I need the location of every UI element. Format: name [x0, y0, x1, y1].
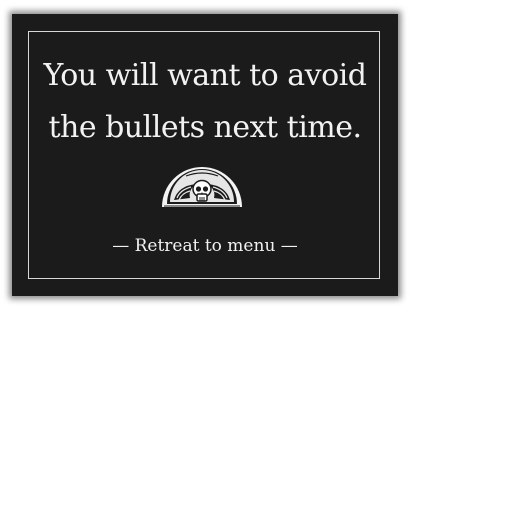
death-message-line-1: You will want to avoid	[43, 58, 367, 93]
death-message: You will want to avoid the bullets next …	[12, 50, 398, 154]
game-over-card: You will want to avoid the bullets next …	[12, 14, 398, 296]
death-message-line-2: the bullets next time.	[48, 110, 362, 145]
retreat-to-menu-link[interactable]: — Retreat to menu —	[12, 234, 398, 258]
winged-skull-icon	[162, 167, 242, 207]
